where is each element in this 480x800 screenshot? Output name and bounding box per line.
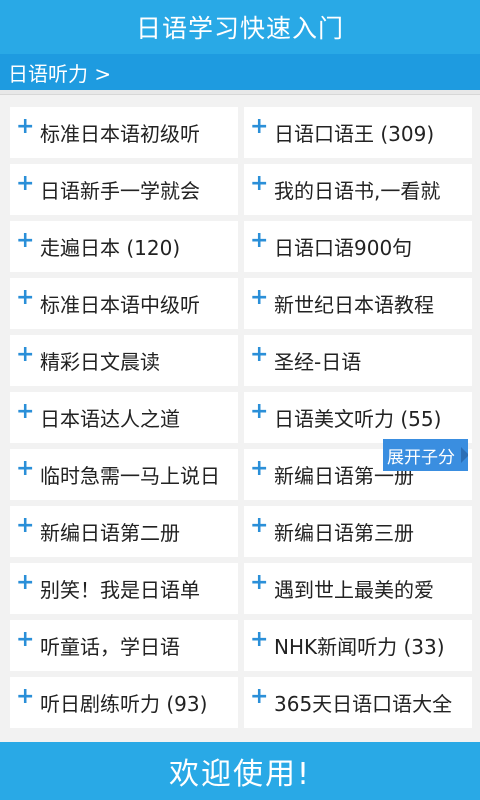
plus-icon: +: [16, 683, 35, 709]
plus-icon: +: [16, 284, 35, 310]
plus-icon: +: [16, 113, 35, 139]
plus-icon: +: [16, 170, 35, 196]
welcome-footer: 欢迎使用!: [0, 742, 480, 800]
list-item[interactable]: + 日语口语王 (309): [244, 107, 472, 158]
plus-icon: +: [250, 455, 269, 481]
plus-icon: +: [250, 113, 269, 139]
list-item[interactable]: + 新编日语第三册: [244, 506, 472, 557]
plus-icon: +: [16, 626, 35, 652]
plus-icon: +: [16, 341, 35, 367]
list-item[interactable]: + 标准日本语中级听: [10, 278, 238, 329]
list-item[interactable]: + 圣经-日语: [244, 335, 472, 386]
list-item[interactable]: + 别笑！我是日语单: [10, 563, 238, 614]
list-item[interactable]: + 遇到世上最美的爱: [244, 563, 472, 614]
list-item[interactable]: + 日语美文听力 (55): [244, 392, 472, 443]
list-item[interactable]: + 临时急需一马上说日: [10, 449, 238, 500]
list-item[interactable]: + 听日剧练听力 (93): [10, 677, 238, 728]
breadcrumb-label: 日语听力 >: [8, 61, 112, 86]
plus-icon: +: [16, 455, 35, 481]
list-item[interactable]: + NHK新闻听力 (33): [244, 620, 472, 671]
category-list-panel: + 标准日本语初级听 + 日语口语王 (309) + 日语新手一学就会 + 我的日语书,…: [0, 94, 480, 742]
welcome-text: 欢迎使用!: [168, 757, 312, 792]
plus-icon: +: [250, 227, 269, 253]
plus-icon: +: [16, 398, 35, 424]
plus-icon: +: [250, 341, 269, 367]
expand-subcategory-button[interactable]: 展开子分: [383, 439, 468, 471]
plus-icon: +: [250, 170, 269, 196]
list-item[interactable]: + 日语新手一学就会: [10, 164, 238, 215]
expand-subcategory-label: 展开子分: [387, 447, 455, 468]
list-item[interactable]: + 新世纪日本语教程: [244, 278, 472, 329]
app-title: 日语学习快速入门: [135, 14, 344, 43]
category-grid: + 标准日本语初级听 + 日语口语王 (309) + 日语新手一学就会 + 我的日语书,…: [10, 107, 472, 728]
breadcrumb[interactable]: 日语听力 >: [0, 54, 480, 90]
arrow-right-icon: [461, 447, 468, 463]
plus-icon: +: [16, 512, 35, 538]
plus-icon: +: [250, 284, 269, 310]
list-item[interactable]: + 走遍日本 (120): [10, 221, 238, 272]
plus-icon: +: [250, 569, 269, 595]
plus-icon: +: [250, 398, 269, 424]
list-item[interactable]: + 听童话，学日语: [10, 620, 238, 671]
list-item[interactable]: + 精彩日文晨读: [10, 335, 238, 386]
plus-icon: +: [250, 512, 269, 538]
list-item[interactable]: + 标准日本语初级听: [10, 107, 238, 158]
app-title-bar: 日语学习快速入门: [0, 0, 480, 54]
plus-icon: +: [16, 569, 35, 595]
plus-icon: +: [16, 227, 35, 253]
plus-icon: +: [250, 626, 269, 652]
list-item[interactable]: + 日本语达人之道: [10, 392, 238, 443]
list-item[interactable]: + 新编日语第二册: [10, 506, 238, 557]
list-item[interactable]: + 日语口语900句: [244, 221, 472, 272]
list-item[interactable]: +365天日语口语大全: [244, 677, 472, 728]
list-item[interactable]: + 我的日语书,一看就: [244, 164, 472, 215]
plus-icon: +: [250, 683, 269, 709]
